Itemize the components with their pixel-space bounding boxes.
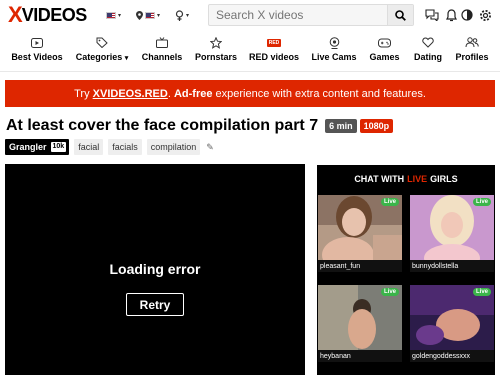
nav-games[interactable]: Games bbox=[368, 36, 401, 68]
top-bar: X VIDEOS ▾ ▾ ▾ bbox=[0, 0, 500, 30]
play-icon bbox=[31, 37, 43, 48]
chevron-down-icon: ▾ bbox=[124, 55, 129, 62]
settings-button[interactable] bbox=[477, 7, 493, 23]
contrast-icon bbox=[461, 9, 473, 21]
live-badge: Live bbox=[472, 198, 491, 206]
nav-label: Pornstars bbox=[194, 52, 238, 62]
nav-pornstars[interactable]: Pornstars bbox=[194, 36, 238, 68]
theme-toggle[interactable] bbox=[459, 7, 475, 23]
chat-icon bbox=[425, 9, 439, 21]
tag-link[interactable]: facials bbox=[108, 139, 142, 155]
search-icon bbox=[395, 9, 406, 21]
promo-prefix: Try bbox=[74, 87, 93, 100]
cam-username: pleasant_fun bbox=[318, 260, 402, 272]
nav-label: Categories ▾ bbox=[75, 52, 129, 62]
nav-label: RED videos bbox=[249, 52, 300, 62]
search-button[interactable] bbox=[387, 5, 413, 25]
live-badge: Live bbox=[380, 288, 399, 296]
cam-thumbnail: Live bbox=[318, 195, 402, 260]
location-pin-icon bbox=[136, 10, 143, 20]
uploader-name: Grangler bbox=[9, 142, 47, 152]
cam-thumbnail: Live bbox=[410, 285, 494, 350]
cam-tile[interactable]: Live heybanan bbox=[318, 285, 402, 362]
video-tags: Grangler 10k facial facials compilation … bbox=[5, 139, 214, 155]
red-badge-icon: RED bbox=[266, 38, 282, 47]
retry-button[interactable]: Retry bbox=[126, 293, 184, 316]
nav-categories[interactable]: Categories ▾ bbox=[73, 36, 131, 68]
logo-text: VIDEOS bbox=[21, 5, 88, 25]
edit-tags-icon[interactable]: ✎ bbox=[206, 142, 214, 153]
profiles-icon bbox=[465, 37, 479, 48]
cam-tile[interactable]: Live pleasant_fun bbox=[318, 195, 402, 272]
uploader-link[interactable]: Grangler 10k bbox=[5, 139, 70, 155]
cam-thumbnail: Live bbox=[318, 285, 402, 350]
video-title-row: At least cover the face compilation part… bbox=[6, 116, 394, 136]
cam-thumbnail: Live bbox=[410, 195, 494, 260]
cam-username: bunnydollstella bbox=[410, 260, 494, 272]
promo-bold: Ad-free bbox=[173, 87, 213, 100]
language-selector[interactable]: ▾ bbox=[106, 8, 121, 22]
nav-channels[interactable]: Channels bbox=[140, 36, 184, 68]
dating-icon bbox=[421, 36, 434, 48]
country-selector[interactable]: ▾ bbox=[136, 8, 160, 22]
quality-badge: 1080p bbox=[359, 119, 394, 133]
live-badge: Live bbox=[380, 198, 399, 206]
gender-icon bbox=[175, 9, 184, 21]
nav-best-videos[interactable]: Best Videos bbox=[10, 36, 64, 68]
nav-label: Best Videos bbox=[11, 52, 63, 62]
cam-tile[interactable]: Live bunnydollstella bbox=[410, 195, 494, 272]
nav-profiles[interactable]: Profiles bbox=[455, 36, 489, 68]
gender-selector[interactable]: ▾ bbox=[175, 8, 189, 22]
notifications-button[interactable] bbox=[443, 7, 459, 23]
gamepad-icon bbox=[378, 38, 391, 47]
promo-suffix: experience with extra content and featur… bbox=[212, 87, 426, 100]
channel-icon bbox=[156, 37, 168, 48]
bell-icon bbox=[445, 8, 457, 21]
flag-us-icon bbox=[145, 11, 155, 19]
chevron-down-icon: ▾ bbox=[118, 12, 122, 19]
main-nav: Best Videos Categories ▾ Channels Pornst… bbox=[0, 36, 500, 72]
cam-tile[interactable]: Live goldengoddessxxx bbox=[410, 285, 494, 362]
nav-label: Live Cams bbox=[311, 52, 357, 62]
video-title: At least cover the face compilation part… bbox=[6, 117, 319, 134]
search-bar bbox=[208, 4, 414, 26]
chevron-down-icon: ▾ bbox=[186, 12, 190, 19]
live-cams-header[interactable]: CHAT WITH LIVE GIRLS bbox=[317, 165, 495, 192]
nav-label: Channels bbox=[141, 52, 183, 62]
chat-button[interactable] bbox=[424, 7, 440, 23]
flag-us-icon bbox=[106, 11, 116, 19]
tag-link[interactable]: compilation bbox=[146, 139, 201, 155]
star-icon bbox=[210, 36, 222, 49]
nav-label: Profiles bbox=[455, 52, 489, 62]
webcam-icon bbox=[329, 36, 339, 49]
tag-icon bbox=[96, 37, 108, 48]
subscriber-count: 10k bbox=[50, 142, 67, 152]
gear-icon bbox=[479, 9, 491, 21]
cam-username: heybanan bbox=[318, 350, 402, 362]
live-badge: Live bbox=[472, 288, 491, 296]
duration-badge: 6 min bbox=[325, 119, 357, 133]
nav-label: Games bbox=[369, 52, 400, 62]
video-player[interactable]: Loading error Retry bbox=[5, 164, 305, 375]
loading-error-text: Loading error bbox=[109, 261, 201, 277]
promo-link[interactable]: XVIDEOS.RED bbox=[93, 88, 168, 100]
logo-x: X bbox=[8, 2, 23, 27]
nav-live-cams[interactable]: Live Cams bbox=[311, 36, 357, 68]
nav-dating[interactable]: Dating bbox=[412, 36, 444, 68]
nav-red-videos[interactable]: RED RED videos bbox=[249, 36, 299, 68]
live-cams-panel: CHAT WITH LIVE GIRLS Live pleasant_fun L… bbox=[317, 165, 495, 375]
cam-username: goldengoddessxxx bbox=[410, 350, 494, 362]
logo[interactable]: X VIDEOS bbox=[8, 2, 88, 27]
tag-link[interactable]: facial bbox=[74, 139, 104, 155]
search-input[interactable] bbox=[209, 5, 387, 25]
chevron-down-icon: ▾ bbox=[157, 12, 161, 19]
nav-label: Dating bbox=[414, 52, 442, 62]
red-promo-banner[interactable]: Try XVIDEOS.RED . Ad-free experience wit… bbox=[5, 80, 495, 107]
